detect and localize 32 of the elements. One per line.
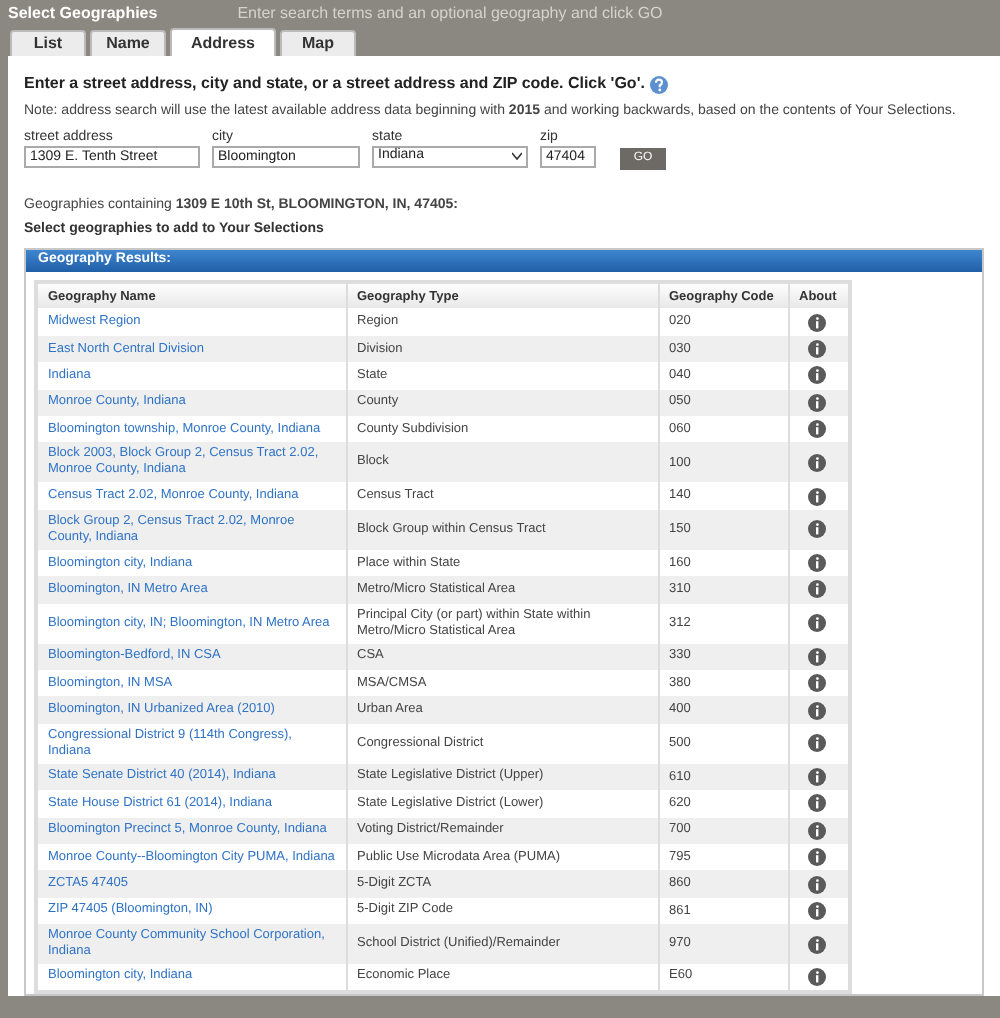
dialog-title: Select Geographies (8, 2, 158, 26)
info-icon[interactable] (807, 767, 825, 786)
info-icon[interactable] (807, 393, 825, 412)
info-icon[interactable] (807, 647, 825, 666)
instructions-text: Enter a street address, city and state, or a street address and ZIP code. Click 'Go'. (24, 72, 645, 96)
info-icon[interactable] (807, 580, 825, 599)
tab[interactable]: Map (280, 30, 356, 56)
info-icon[interactable] (807, 875, 825, 894)
caret-icon (512, 152, 522, 160)
info-icon[interactable] (807, 520, 825, 539)
background-hint: Enter search terms and an optional geography and click GO (237, 2, 663, 26)
tab[interactable]: List (10, 30, 86, 56)
help-icon[interactable] (650, 75, 669, 93)
info-icon[interactable] (807, 340, 825, 359)
info-icon[interactable] (807, 935, 825, 954)
info-icon[interactable] (807, 313, 825, 332)
info-icon[interactable] (807, 967, 825, 986)
info-icon[interactable] (807, 821, 825, 840)
info-icon[interactable] (807, 794, 825, 813)
info-icon[interactable] (807, 453, 825, 472)
tab[interactable]: Name (90, 30, 166, 56)
info-icon[interactable] (807, 614, 825, 633)
tab[interactable]: Address (170, 28, 276, 56)
info-icon[interactable] (807, 487, 825, 506)
info-icon[interactable] (807, 674, 825, 693)
info-icon[interactable] (807, 848, 825, 867)
info-icon[interactable] (807, 701, 825, 720)
info-icon[interactable] (807, 366, 825, 385)
info-icon[interactable] (807, 901, 825, 920)
info-icon[interactable] (807, 554, 825, 572)
info-icon[interactable] (807, 420, 825, 439)
info-icon[interactable] (807, 734, 825, 753)
